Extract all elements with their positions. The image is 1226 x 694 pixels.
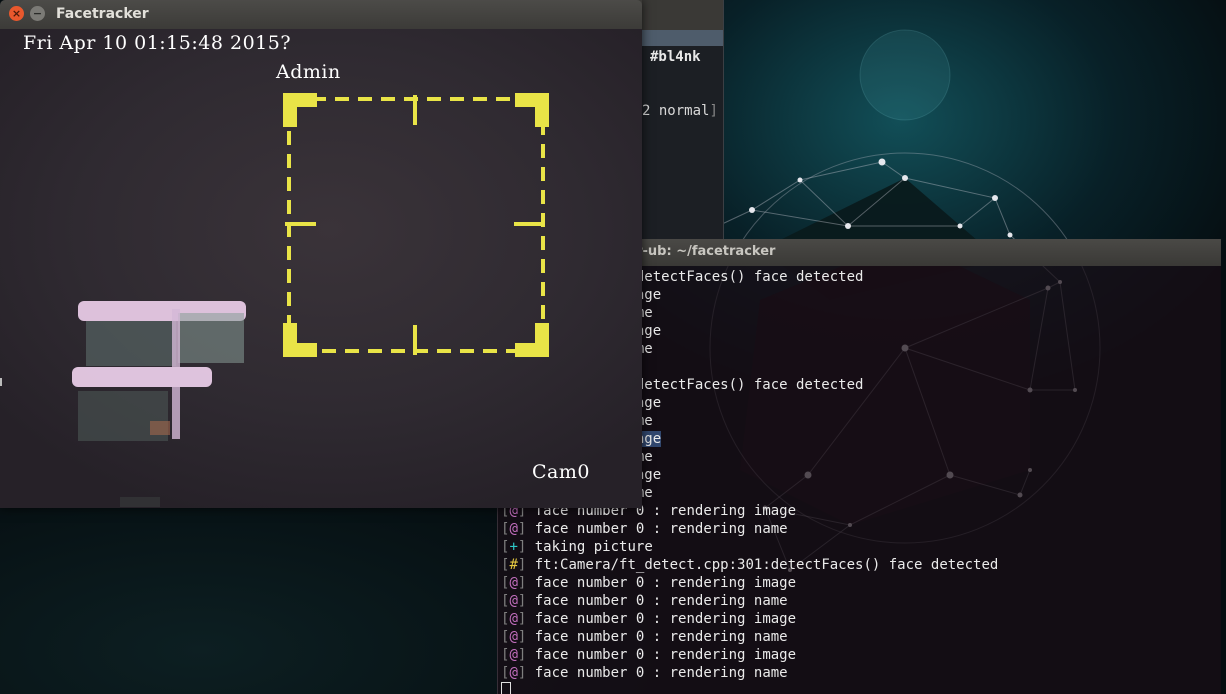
close-icon: × <box>11 7 22 20</box>
log-level-symbol: @ <box>509 647 518 663</box>
facetracker-window[interactable]: × − Facetracker Fri Apr 10 01:15:48 2015… <box>0 0 642 508</box>
terminal-line: [#] ft:Camera/ft_detect.cpp:301:detectFa… <box>501 556 998 574</box>
log-text: face number 0 : rendering name <box>526 521 788 537</box>
face-tracking-box <box>285 95 545 355</box>
irc-mode-bracket: ] <box>709 103 718 119</box>
terminal-line: [@] face number 0 : rendering name <box>501 628 998 646</box>
log-level-symbol: # <box>509 557 518 573</box>
close-button[interactable]: × <box>9 6 24 21</box>
log-text: face number 0 : rendering name <box>526 629 788 645</box>
terminal-line: [@] face number 0 : rendering image <box>501 646 998 664</box>
face-box-corner-markers <box>283 93 549 357</box>
log-text: face number 0 : rendering image <box>526 611 797 627</box>
log-text: face number 0 : rendering name <box>526 665 788 681</box>
camera-id-label: Cam0 <box>532 461 590 483</box>
irc-mode-text: 2 normal <box>642 103 710 119</box>
log-level-symbol: @ <box>509 575 518 591</box>
terminal-line: [@] face number 0 : rendering image <box>501 610 998 628</box>
log-level-symbol: @ <box>509 593 518 609</box>
background-monitor-objects <box>72 301 246 507</box>
terminal-cursor <box>501 682 511 694</box>
terminal-line: [@] face number 0 : rendering name <box>501 520 998 538</box>
log-level-symbol: + <box>509 539 518 555</box>
minimize-icon: − <box>32 7 43 20</box>
terminal-line: [+] taking picture <box>501 538 998 556</box>
terminal-prompt-line[interactable] <box>501 682 998 694</box>
log-text: ft:Camera/ft_detect.cpp:301:detectFaces(… <box>526 557 999 573</box>
screen-edge-marker <box>0 378 2 386</box>
wallpaper-glow-orb <box>859 29 951 121</box>
minimize-button[interactable]: − <box>30 6 45 21</box>
terminal-line: [@] face number 0 : rendering name <box>501 664 998 682</box>
camera-feed[interactable]: Fri Apr 10 01:15:48 2015? Admin Cam0 <box>0 29 642 508</box>
log-level-symbol: @ <box>509 665 518 681</box>
irc-mode-status: 2 normal] <box>642 103 718 119</box>
log-text: taking picture <box>526 539 653 555</box>
camera-datetime-overlay: Fri Apr 10 01:15:48 2015? <box>23 32 292 54</box>
desktop: #bl4nk 2 normal] per-ub: ~/facetracker _… <box>0 0 1226 694</box>
log-level-symbol: @ <box>509 521 518 537</box>
log-level-symbol: @ <box>509 611 518 627</box>
facetracker-titlebar[interactable]: × − Facetracker <box>0 0 642 29</box>
log-text: face number 0 : rendering image <box>526 647 797 663</box>
terminal-line: [@] face number 0 : rendering image <box>501 574 998 592</box>
irc-channel-name: #bl4nk <box>650 49 701 65</box>
log-text: face number 0 : rendering name <box>526 593 788 609</box>
log-level-symbol: @ <box>509 629 518 645</box>
log-text: face number 0 : rendering image <box>526 575 797 591</box>
recognized-face-name: Admin <box>276 61 341 83</box>
facetracker-title: Facetracker <box>56 6 149 22</box>
camera-scene <box>72 93 549 507</box>
terminal-line: [@] face number 0 : rendering name <box>501 592 998 610</box>
